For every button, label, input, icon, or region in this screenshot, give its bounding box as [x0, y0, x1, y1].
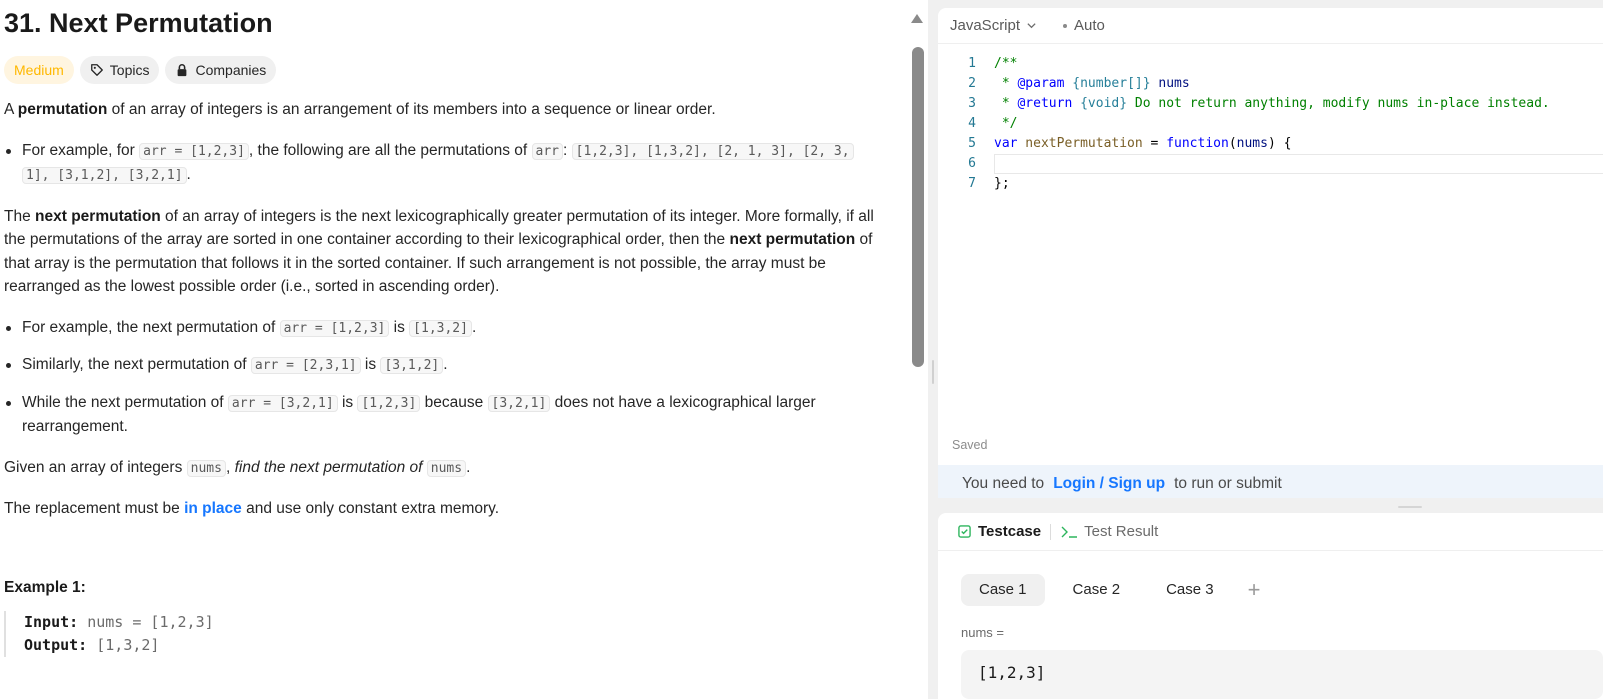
replacement-paragraph: The replacement must be in place and use…: [4, 500, 500, 517]
output-label: Output:: [24, 635, 88, 654]
testcase-resize-handle[interactable]: [1398, 506, 1422, 508]
tab-test-result[interactable]: Test Result: [1060, 523, 1158, 540]
case-tab-2[interactable]: Case 2: [1055, 574, 1139, 606]
example-1-box: Input: nums = [1,2,3] Output: [1,3,2]: [4, 610, 884, 657]
topics-label: Topics: [109, 62, 150, 78]
examples-list: For example, the next permutation of arr…: [4, 316, 884, 439]
code-line-active[interactable]: 6: [938, 154, 1603, 174]
list-item: While the next permutation of arr = [3,2…: [4, 391, 884, 439]
login-banner: You need to Login / Sign up to run or su…: [938, 465, 1603, 498]
testcase-panel: Testcase Test Result Case 1 Case 2 Case …: [938, 513, 1603, 699]
tab-testcase[interactable]: Testcase: [958, 523, 1041, 540]
add-case-button[interactable]: +: [1248, 574, 1261, 606]
param-value-input[interactable]: [1,2,3]: [961, 650, 1603, 699]
terminal-icon: [1061, 526, 1078, 538]
testcase-tabs: Testcase Test Result: [938, 513, 1603, 551]
companies-button[interactable]: Companies: [165, 56, 277, 84]
panel-divider[interactable]: [928, 0, 938, 699]
example-1-title: Example 1:: [4, 578, 86, 596]
language-select[interactable]: JavaScript: [950, 17, 1037, 34]
code-editor-panel: JavaScript Auto 1/** 2 * @param {number[…: [938, 8, 1603, 498]
companies-label: Companies: [195, 62, 267, 78]
given-paragraph: Given an array of integers nums, find th…: [4, 458, 471, 477]
tag-icon: [90, 64, 103, 76]
description-panel: 31. Next Permutation Medium Topics Compa…: [0, 0, 928, 699]
description-content: 31. Next Permutation Medium Topics Compa…: [4, 0, 884, 657]
permutations-list: For example, for arr = [1,2,3], the foll…: [4, 139, 884, 188]
code-line[interactable]: 1/**: [938, 54, 1603, 74]
code-area[interactable]: 1/** 2 * @param {number[]} nums 3 * @ret…: [938, 54, 1603, 194]
auto-mode[interactable]: Auto: [1063, 17, 1105, 34]
lock-icon: [178, 64, 187, 77]
code-line[interactable]: 5 var nextPermutation = function(nums) {: [938, 134, 1603, 154]
list-item: For example, for arr = [1,2,3], the foll…: [4, 139, 884, 188]
case-tab-3[interactable]: Case 3: [1148, 574, 1232, 606]
checkbox-icon: [958, 525, 971, 538]
tab-test-result-label: Test Result: [1084, 523, 1159, 540]
login-pre: You need to: [962, 475, 1045, 492]
list-item: Similarly, the next permutation of arr =…: [4, 353, 884, 378]
code-line[interactable]: 7};: [938, 174, 1603, 194]
case-tab-1[interactable]: Case 1: [961, 574, 1045, 606]
tab-testcase-label: Testcase: [978, 523, 1042, 540]
scroll-up-arrow-icon[interactable]: [911, 14, 923, 23]
description-scrollbar[interactable]: [912, 47, 924, 367]
editor-toolbar: JavaScript Auto: [938, 8, 1603, 44]
problem-chips: Medium Topics Companies: [4, 56, 884, 84]
code-line[interactable]: 3 * @return {void} Do not return anythin…: [938, 94, 1603, 114]
param-label: nums =: [961, 625, 1004, 640]
dot-icon: [1063, 23, 1068, 28]
chevron-down-icon: [1027, 23, 1036, 29]
input-value: nums = [1,2,3]: [78, 612, 214, 631]
tab-separator: [1050, 523, 1052, 540]
problem-title: 31. Next Permutation: [4, 8, 273, 38]
language-label: JavaScript: [950, 17, 1021, 34]
auto-label: Auto: [1074, 17, 1105, 34]
divider-handle[interactable]: [932, 360, 934, 384]
output-value: [1,3,2]: [87, 635, 160, 654]
difficulty-badge: Medium: [4, 56, 74, 84]
next-permutation-paragraph: The next permutation of an array of inte…: [4, 207, 874, 296]
list-item: For example, the next permutation of arr…: [4, 316, 884, 341]
case-tabs: Case 1 Case 2 Case 3 +: [961, 574, 1260, 606]
login-post: to run or submit: [1174, 475, 1282, 492]
in-place-link[interactable]: in place: [184, 500, 242, 517]
login-signup-link[interactable]: Login / Sign up: [1053, 475, 1165, 493]
topics-button[interactable]: Topics: [79, 56, 160, 84]
code-line[interactable]: 4 */: [938, 114, 1603, 134]
saved-status: Saved: [952, 438, 988, 452]
code-line[interactable]: 2 * @param {number[]} nums: [938, 74, 1603, 94]
input-label: Input:: [24, 612, 79, 631]
intro-paragraph: A permutation of an array of integers is…: [4, 101, 716, 118]
